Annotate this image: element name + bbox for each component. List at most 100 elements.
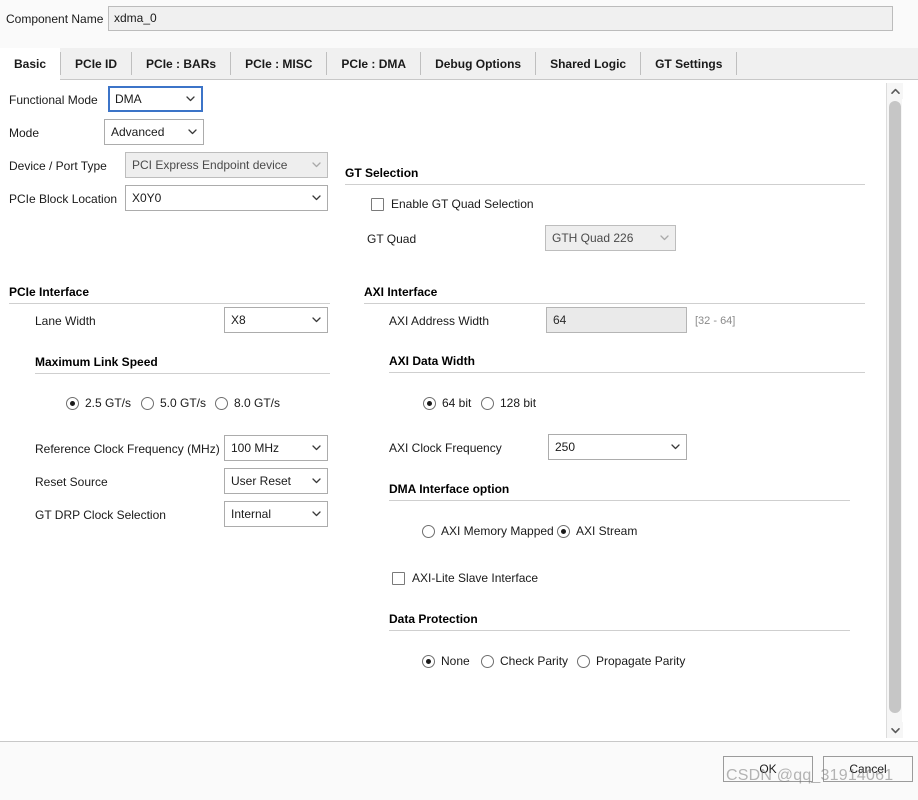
maximum-link-speed-title: Maximum Link Speed xyxy=(35,355,158,369)
chevron-down-icon xyxy=(312,476,321,485)
chevron-down-icon xyxy=(671,442,680,451)
tab-gt-settings[interactable]: GT Settings xyxy=(641,48,737,79)
dma-interface-option-rule xyxy=(389,500,850,501)
axi-clock-frequency-value: 250 xyxy=(555,440,576,454)
axi-data-width-radio-64[interactable]: 64 bit xyxy=(423,396,471,410)
radio-indicator xyxy=(557,524,570,538)
data-protection-radio-propagate-parity[interactable]: Propagate Parity xyxy=(577,654,685,668)
enable-gt-quad-selection-checkbox[interactable]: Enable GT Quad Selection xyxy=(371,197,534,211)
axi-clock-frequency-label: AXI Clock Frequency xyxy=(389,441,502,455)
chevron-down-icon xyxy=(312,160,321,169)
reset-source-value: User Reset xyxy=(231,474,292,488)
pcie-block-location-select[interactable]: X0Y0 xyxy=(125,185,328,211)
axi-data-width-rule xyxy=(389,372,865,373)
lane-width-label: Lane Width xyxy=(35,314,96,328)
tab-pcie-id[interactable]: PCIe ID xyxy=(61,48,132,79)
dma-interface-label-1: AXI Stream xyxy=(576,524,638,538)
reset-source-label: Reset Source xyxy=(35,475,108,489)
data-protection-label-1: Check Parity xyxy=(500,654,569,668)
device-port-type-value: PCI Express Endpoint device xyxy=(132,158,288,172)
vertical-scrollbar[interactable] xyxy=(886,83,903,738)
link-speed-radio-8-0[interactable]: 8.0 GT/s xyxy=(215,396,280,410)
tab-pcie-bars[interactable]: PCIe : BARs xyxy=(132,48,231,79)
gt-quad-select[interactable]: GTH Quad 226 xyxy=(545,225,676,251)
reset-source-select[interactable]: User Reset xyxy=(224,468,328,494)
scroll-up-arrow-icon[interactable] xyxy=(887,83,903,99)
link-speed-radio-5-0[interactable]: 5.0 GT/s xyxy=(141,396,206,410)
scrollbar-thumb[interactable] xyxy=(889,101,901,713)
data-protection-label-0: None xyxy=(441,654,470,668)
gt-drp-clock-selection-value: Internal xyxy=(231,507,272,521)
dma-interface-radio-axi-stream[interactable]: AXI Stream xyxy=(557,524,637,538)
data-protection-rule xyxy=(389,630,850,631)
pcie-interface-rule xyxy=(9,303,330,304)
cancel-button[interactable]: Cancel xyxy=(823,756,913,782)
link-speed-radio-2-5[interactable]: 2.5 GT/s xyxy=(66,396,131,410)
gt-selection-rule xyxy=(345,184,865,185)
reference-clock-frequency-value: 100 MHz xyxy=(231,441,280,455)
tab-bar: Basic PCIe ID PCIe : BARs PCIe : MISC PC… xyxy=(0,48,918,80)
radio-indicator xyxy=(423,396,436,410)
gt-drp-clock-selection-select[interactable]: Internal xyxy=(224,501,328,527)
radio-indicator xyxy=(577,654,590,668)
dma-interface-option-title: DMA Interface option xyxy=(389,482,510,496)
gt-selection-title: GT Selection xyxy=(345,166,419,180)
functional-mode-value: DMA xyxy=(115,92,142,106)
pcie-interface-title: PCIe Interface xyxy=(9,285,90,299)
chevron-down-icon xyxy=(188,127,197,136)
radio-indicator xyxy=(422,654,435,668)
link-speed-label-0: 2.5 GT/s xyxy=(85,396,132,410)
chevron-down-icon xyxy=(312,193,321,202)
mode-value: Advanced xyxy=(111,125,165,139)
radio-indicator xyxy=(215,396,228,410)
axi-address-width-label: AXI Address Width xyxy=(389,314,490,328)
customize-ip-dialog: Component Name xdma_0 Basic PCIe ID PCIe… xyxy=(0,0,918,800)
radio-indicator xyxy=(422,524,435,538)
checkbox-indicator xyxy=(371,197,384,211)
chevron-down-icon xyxy=(312,509,321,518)
axi-lite-slave-interface-checkbox[interactable]: AXI-Lite Slave Interface xyxy=(392,571,538,585)
device-port-type-label: Device / Port Type xyxy=(9,159,107,173)
mode-select[interactable]: Advanced xyxy=(104,119,204,145)
radio-indicator xyxy=(481,654,494,668)
chevron-down-icon xyxy=(312,315,321,324)
data-protection-label-2: Propagate Parity xyxy=(596,654,686,668)
axi-address-width-range-hint: [32 - 64] xyxy=(695,315,736,327)
tab-basic[interactable]: Basic xyxy=(0,48,61,80)
functional-mode-select[interactable]: DMA xyxy=(108,86,203,112)
dma-interface-label-0: AXI Memory Mapped xyxy=(441,524,554,538)
radio-indicator xyxy=(481,396,494,410)
checkbox-indicator xyxy=(392,571,405,585)
dma-interface-radio-memory-mapped[interactable]: AXI Memory Mapped xyxy=(422,524,554,538)
pcie-block-location-value: X0Y0 xyxy=(132,191,162,205)
tab-bar-filler xyxy=(737,48,918,79)
device-port-type-select[interactable]: PCI Express Endpoint device xyxy=(125,152,328,178)
component-name-input[interactable]: xdma_0 xyxy=(108,6,893,31)
tab-pcie-misc[interactable]: PCIe : MISC xyxy=(231,48,327,79)
lane-width-select[interactable]: X8 xyxy=(224,307,328,333)
reference-clock-frequency-select[interactable]: 100 MHz xyxy=(224,435,328,461)
chevron-down-icon xyxy=(312,443,321,452)
gt-quad-value: GTH Quad 226 xyxy=(552,231,634,245)
chevron-down-icon xyxy=(660,233,669,242)
tab-pcie-dma[interactable]: PCIe : DMA xyxy=(327,48,421,79)
tab-shared-logic[interactable]: Shared Logic xyxy=(536,48,641,79)
component-name-label: Component Name xyxy=(6,12,104,26)
axi-lite-slave-interface-label: AXI-Lite Slave Interface xyxy=(412,571,539,585)
reference-clock-frequency-label: Reference Clock Frequency (MHz) xyxy=(35,442,220,456)
axi-clock-frequency-select[interactable]: 250 xyxy=(548,434,687,460)
tab-debug-options[interactable]: Debug Options xyxy=(421,48,536,79)
mode-label: Mode xyxy=(9,126,40,140)
axi-data-width-radio-128[interactable]: 128 bit xyxy=(481,396,536,410)
lane-width-value: X8 xyxy=(231,313,246,327)
radio-indicator xyxy=(141,396,154,410)
data-protection-title: Data Protection xyxy=(389,612,478,626)
data-protection-radio-none[interactable]: None xyxy=(422,654,470,668)
axi-data-width-label-1: 128 bit xyxy=(500,396,537,410)
data-protection-radio-check-parity[interactable]: Check Parity xyxy=(481,654,568,668)
axi-address-width-input[interactable]: 64 xyxy=(546,307,687,333)
axi-data-width-title: AXI Data Width xyxy=(389,354,475,368)
scroll-down-arrow-icon[interactable] xyxy=(887,722,903,738)
ok-button[interactable]: OK xyxy=(723,756,813,782)
gt-quad-label: GT Quad xyxy=(367,232,417,246)
